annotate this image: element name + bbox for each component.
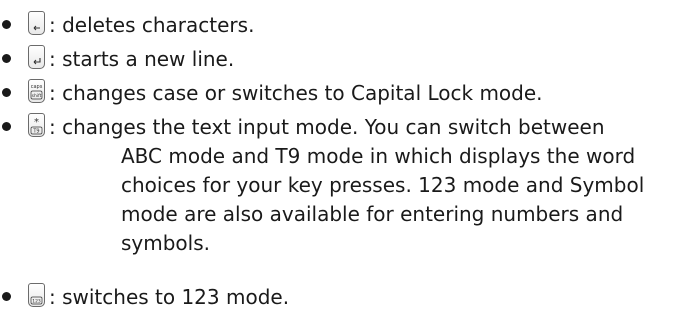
- bullet: [2, 20, 11, 29]
- enter-key-icon: [28, 45, 45, 69]
- key-label-bottom: shift: [32, 93, 42, 99]
- bullet: [2, 122, 11, 131]
- caps-shift-key-icon: caps shift: [28, 79, 45, 103]
- key-label-bottom: 123: [32, 299, 41, 305]
- star-t9-key-icon: * T9: [28, 113, 45, 137]
- bullet: [2, 88, 11, 97]
- bullet: [2, 54, 11, 63]
- item-text-line: : changes the text input mode. You can s…: [49, 115, 605, 139]
- key-label-top: *: [34, 117, 39, 128]
- bullet: [2, 292, 11, 301]
- item-text-line: symbols.: [121, 231, 211, 255]
- item-text-line: ABC mode and T9 mode in which displays t…: [121, 144, 636, 168]
- item-text-line: choices for your key presses. 123 mode a…: [121, 173, 645, 197]
- key-label-top: caps: [31, 84, 43, 90]
- item-text-block: : changes the text input mode. You can s…: [49, 113, 644, 258]
- item-text-line: mode are also available for entering num…: [121, 202, 624, 226]
- 123-key-icon: 123: [28, 283, 45, 307]
- item-text: : switches to 123 mode.: [49, 285, 290, 309]
- item-text: : deletes characters.: [49, 13, 255, 37]
- key-function-list: : deletes characters. : starts a new lin…: [0, 0, 689, 316]
- key-label-bottom: T9: [32, 129, 39, 135]
- item-text: : starts a new line.: [49, 47, 235, 71]
- backspace-key-icon: [28, 11, 45, 35]
- item-text: : changes case or switches to Capital Lo…: [49, 81, 543, 105]
